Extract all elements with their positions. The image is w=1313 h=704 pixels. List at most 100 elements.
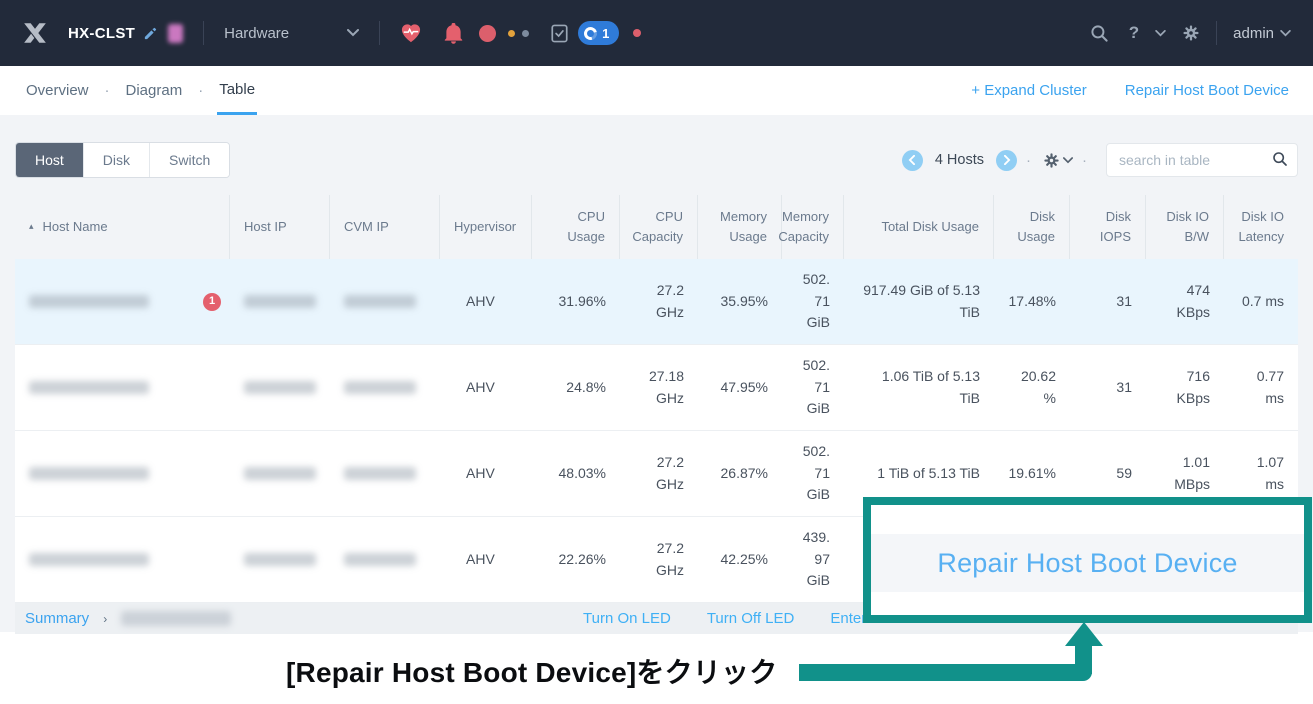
tasks-progress-badge[interactable]: 1 bbox=[578, 21, 619, 45]
progress-ring-icon bbox=[582, 24, 600, 42]
cell-disk-io-bw: 716 KBps bbox=[1146, 345, 1224, 430]
cell-cpu-usage: 31.96% bbox=[532, 259, 620, 344]
help-icon[interactable]: ? bbox=[1129, 23, 1139, 43]
turn-off-led-action[interactable]: Turn Off LED bbox=[707, 610, 795, 627]
hardware-subnav: Overview · Diagram · Table + Expand Clus… bbox=[0, 66, 1313, 115]
cell-memory-capacity: 502.71 GiB bbox=[782, 259, 844, 344]
cell-cvm-ip bbox=[330, 259, 440, 344]
column-header-cpu-capacity[interactable]: CPU Capacity bbox=[620, 195, 698, 259]
alert-count-badge[interactable]: 1 bbox=[203, 293, 221, 311]
summary-breadcrumb-link[interactable]: Summary bbox=[25, 610, 89, 627]
repair-host-boot-device-callout: Repair Host Boot Device bbox=[863, 497, 1312, 623]
cell-host-ip bbox=[230, 345, 330, 430]
repair-host-boot-device-link[interactable]: Repair Host Boot Device bbox=[1125, 82, 1289, 99]
cell-host-ip bbox=[230, 431, 330, 516]
column-header-memory-capacity[interactable]: Memory Capacity bbox=[782, 195, 844, 259]
table-settings-dropdown[interactable] bbox=[1040, 152, 1073, 169]
entity-tab-host[interactable]: Host bbox=[16, 143, 83, 177]
expand-cluster-link[interactable]: + Expand Cluster bbox=[971, 82, 1086, 99]
context-menu-item-row: Repair Host Boot Device bbox=[871, 534, 1304, 592]
instruction-caption: [Repair Host Boot Device]をクリック bbox=[286, 651, 777, 691]
cell-disk-io-latency: 0.77 ms bbox=[1224, 345, 1298, 430]
cell-cpu-usage: 24.8% bbox=[532, 345, 620, 430]
column-header-disk-iops[interactable]: Disk IOPS bbox=[1070, 195, 1146, 259]
tab-overview[interactable]: Overview bbox=[24, 66, 91, 115]
info-alert-dot bbox=[522, 30, 529, 37]
tab-table[interactable]: Table bbox=[217, 66, 257, 115]
cell-total-disk-usage: 917.49 GiB of 5.13 TiB bbox=[844, 259, 994, 344]
user-menu-dropdown[interactable]: admin bbox=[1233, 25, 1291, 42]
main-menu-dropdown[interactable]: Hardware bbox=[224, 25, 359, 42]
cell-cpu-capacity: 27.2 GHz bbox=[620, 517, 698, 602]
edit-cluster-icon[interactable] bbox=[143, 26, 158, 41]
tasks-checklist-icon[interactable] bbox=[551, 24, 568, 43]
prev-page-button[interactable] bbox=[902, 150, 923, 171]
tasks-count: 1 bbox=[602, 26, 609, 41]
entity-tab-disk[interactable]: Disk bbox=[83, 143, 149, 177]
cell-total-disk-usage: 1.06 TiB of 5.13 TiB bbox=[844, 345, 994, 430]
column-header-disk-usage[interactable]: Disk Usage bbox=[994, 195, 1070, 259]
alerts-bell-icon[interactable] bbox=[444, 23, 463, 44]
tab-separator: · bbox=[105, 66, 110, 115]
column-header-host-name[interactable]: ▴ Host Name bbox=[15, 195, 230, 259]
divider bbox=[1216, 21, 1217, 45]
column-header-cpu-usage[interactable]: CPU Usage bbox=[532, 195, 620, 259]
blurred-host-name bbox=[29, 295, 149, 308]
settings-gear-icon[interactable] bbox=[1182, 24, 1200, 42]
chevron-down-icon bbox=[347, 29, 359, 37]
cell-disk-io-latency: 0.7 ms bbox=[1224, 259, 1298, 344]
critical-alerts-dot[interactable] bbox=[479, 25, 496, 42]
divider bbox=[379, 21, 380, 45]
blurred-selected-host-name bbox=[121, 611, 231, 626]
column-header-hypervisor[interactable]: Hypervisor bbox=[440, 195, 532, 259]
tab-diagram[interactable]: Diagram bbox=[124, 66, 185, 115]
search-icon[interactable] bbox=[1272, 151, 1288, 172]
table-header-row: ▴ Host Name Host IP CVM IP Hypervisor CP… bbox=[15, 195, 1298, 259]
cell-host-name bbox=[15, 431, 230, 516]
divider bbox=[203, 21, 204, 45]
breadcrumb-chevron-icon: › bbox=[103, 612, 107, 626]
cell-memory-capacity: 502.71 GiB bbox=[782, 431, 844, 516]
cell-host-name: 1 bbox=[15, 259, 230, 344]
top-navigation-bar: HX-CLST Hardware bbox=[0, 0, 1313, 66]
table-search-input[interactable] bbox=[1106, 143, 1298, 177]
cell-memory-usage: 26.87% bbox=[698, 431, 782, 516]
repair-host-boot-device-menu-item[interactable]: Repair Host Boot Device bbox=[937, 548, 1237, 579]
dot-separator: · bbox=[1082, 152, 1087, 169]
column-header-memory-usage[interactable]: Memory Usage bbox=[698, 195, 782, 259]
chevron-down-icon[interactable] bbox=[1155, 30, 1166, 37]
cell-cvm-ip bbox=[330, 431, 440, 516]
chevron-down-icon bbox=[1063, 157, 1073, 164]
notification-dot bbox=[633, 29, 641, 37]
turn-on-led-action[interactable]: Turn On LED bbox=[583, 610, 671, 627]
cell-host-name bbox=[15, 517, 230, 602]
cell-memory-usage: 47.95% bbox=[698, 345, 782, 430]
nutanix-logo-icon[interactable] bbox=[22, 20, 48, 46]
table-search bbox=[1106, 143, 1298, 177]
column-header-host-ip[interactable]: Host IP bbox=[230, 195, 330, 259]
cluster-name[interactable]: HX-CLST bbox=[68, 25, 135, 42]
username-label: admin bbox=[1233, 25, 1274, 42]
column-header-total-disk-usage[interactable]: Total Disk Usage bbox=[844, 195, 994, 259]
global-search-icon[interactable] bbox=[1090, 24, 1109, 43]
app-root: HX-CLST Hardware bbox=[0, 0, 1313, 704]
table-row-host-1[interactable]: 1 AHV 31.96% 27.2 GHz 35.95% 502.71 GiB … bbox=[15, 259, 1298, 345]
sort-asc-icon: ▴ bbox=[29, 220, 34, 234]
entity-type-switcher: Host Disk Switch bbox=[15, 142, 230, 178]
cell-cpu-usage: 48.03% bbox=[532, 431, 620, 516]
table-row-host-2[interactable]: AHV 24.8% 27.18 GHz 47.95% 502.71 GiB 1.… bbox=[15, 345, 1298, 431]
column-header-disk-io-latency[interactable]: Disk IO Latency bbox=[1224, 195, 1298, 259]
warning-alert-dot bbox=[508, 30, 515, 37]
next-page-button[interactable] bbox=[996, 150, 1017, 171]
tab-separator: · bbox=[198, 66, 203, 115]
column-header-disk-io-bw[interactable]: Disk IO B/W bbox=[1146, 195, 1224, 259]
blurred-badge-icon bbox=[168, 24, 183, 43]
cell-disk-iops: 31 bbox=[1070, 345, 1146, 430]
entity-tab-switch[interactable]: Switch bbox=[149, 143, 229, 177]
cell-host-ip bbox=[230, 259, 330, 344]
cell-cvm-ip bbox=[330, 345, 440, 430]
cell-hypervisor: AHV bbox=[440, 517, 532, 602]
column-header-cvm-ip[interactable]: CVM IP bbox=[330, 195, 440, 259]
pagination-count-label: 4 Hosts bbox=[935, 152, 984, 168]
health-heart-icon[interactable] bbox=[400, 23, 422, 43]
